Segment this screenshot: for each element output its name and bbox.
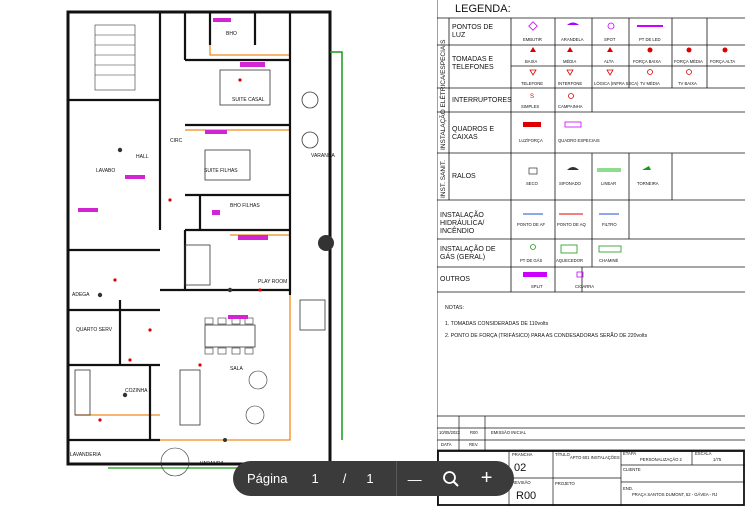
pdf-page-toolbar: Página 1 / 1 — + [233,461,514,496]
legend-sifonado: SIFONADO [559,181,582,186]
tb-escala-label: ESCALA [695,451,712,456]
legend-section-outros: OUTROS [440,276,470,283]
legend-alta: ALTA [604,59,614,64]
room-label-suite-filhas: SUITE FILHAS [204,168,238,174]
room-label-play-room: PLAY ROOM [258,279,287,285]
tb-col-data: DATA [441,442,452,447]
legend-tv-media: TV MÉDIA [640,81,660,86]
room-label-adega: ADEGA [72,292,90,298]
legend-cigarra: CIGARRA [575,284,594,289]
legend-ponto-af: PONTO DE AF [517,222,546,227]
legend-section-hidraulica: INSTALAÇÃO HIDRÁULICA/ INCÊNDIO [440,212,485,235]
legend-section-pontos-luz: PONTOS DE LUZ [452,24,494,39]
legend-pt-led: PT DE LED [639,37,661,42]
legend-tv-baixa: TV BAIXA [678,81,697,86]
legend-section-tomadas: TOMADAS E TELEFONES [452,56,494,71]
room-label-sala: SALA [230,366,243,372]
legend-section-interruptores: INTERRUPTORES [452,97,512,104]
legend-forca-media: FORÇA MÉDIA [674,59,703,64]
legend-logica: LÓGICA (INFRA SECA) [594,81,639,86]
total-pages: 1 [366,471,374,486]
tb-etapa-label: ETAPA [623,451,636,456]
page-label: Página [247,471,288,486]
legend-linear: LINEAR [601,181,616,186]
tb-endereco: PRAÇA SANTOS DUMONT, 52 - GÁVEA - RJ [632,492,717,497]
legend-section-quadros: QUADROS E CAIXAS [452,126,495,141]
legend-ponto-aq: PONTO DE AQ [557,222,587,227]
current-page-input[interactable]: 1 [311,471,318,486]
magnifier-icon [442,470,459,487]
floor-plan: BHO SUITE CASAL HALL LAVABO CIRC SUITE F… [0,0,430,506]
tb-prancha: 02 [514,462,526,474]
room-label-bho-filhas: BHO FILHAS [230,203,260,209]
tb-end-label: END. [623,486,633,491]
legend-side-label-eletrica: INSTALAÇÃO ELÉTRICA/ESPECIAIS [440,39,447,150]
tb-cliente-label: CLIENTE [623,467,641,472]
tb-date: 10/05/2022 [439,430,461,435]
legend-forca-alta: FORÇA ALTA [710,59,735,64]
legend-aquecedor: AQUECEDOR [556,258,583,263]
legend-seco: SECO [526,181,539,186]
legend-simples: SIMPLES [521,104,539,109]
legend-quadro-especiais: QUADRO ESPECIAIS [558,138,600,143]
legend-luz-forca: LUZ/FORÇA [519,138,543,143]
zoom-in-button[interactable]: + [469,461,505,496]
legend-torneira: TORNEIRA [637,181,659,186]
room-label-quarto-serv: QUARTO SERV [76,327,113,333]
tb-prancha-label: PRANCHA [512,452,533,457]
legend-panel: LEGENDA: S EMBUTIR ARANDELA SPOT PT DE L… [437,0,745,506]
legend-section-gas: INSTALAÇÃO DE GÁS (GERAL) [440,246,496,261]
tb-revisao-label: REVISÃO [512,480,531,485]
legend-chamine: CHAMINÉ [599,258,619,263]
tb-titulo: APTO 601 INSTALAÇÕES [570,455,620,460]
legend-section-ralos: RALOS [452,173,476,180]
legend-split: SPLIT [531,284,543,289]
zoom-in-icon: + [480,467,493,489]
tb-titulo-label: TÍTULO [555,452,571,457]
legend-campainha: CAMPAINHA [558,104,583,109]
note-2: 2. PONTO DE FORÇA (TRIFÁSICO) PARA AS CO… [445,333,648,339]
legend-filtro: FILTRO [602,222,617,227]
tb-etapa: PERSONALIZAÇÃO 2 [640,457,683,462]
legend-forca-baixa: FORÇA BAIXA [633,59,661,64]
legend-telefone: TELEFONE [521,81,543,86]
legend-side-label-sanitaria: INST. SANIT. [440,160,447,198]
floor-plan-drawing: BHO SUITE CASAL HALL LAVABO CIRC SUITE F… [66,10,343,477]
svg-text:S: S [530,94,534,100]
note-1: 1. TOMADAS CONSIDERADAS DE 110volts [445,321,549,327]
notes-title: NOTAS: [445,305,464,311]
room-label-cozinha: COZINHA [125,388,148,394]
legend-pt-gas: PT DE GÁS [520,258,542,263]
room-label-varanda: VARANDA [311,153,335,159]
tb-revisao: R00 [516,490,536,502]
tb-projeto-label: PROJETO [555,481,575,486]
zoom-out-button[interactable]: — [397,461,433,496]
zoom-fit-button[interactable] [433,461,469,496]
legend-interfone: INTERFONE [558,81,582,86]
room-label-bho: BHO [226,31,237,37]
legend-embutir: EMBUTIR [523,37,542,42]
room-label-lavanderia: LAVANDERIA [70,452,102,458]
legend-media: MÉDIA [563,59,576,64]
zoom-out-icon: — [407,470,422,487]
room-label-suite-casal: SUITE CASAL [232,97,265,103]
legend-arandela: ARANDELA [561,37,584,42]
tb-emission: EMISSÃO INICIAL [491,430,527,435]
page-separator: / [342,471,347,486]
room-label-circ: CIRC [170,138,183,144]
room-label-varanda-sala: VARANDA [200,461,224,467]
legend-baixa: BAIXA [525,59,538,64]
room-label-hall: HALL [136,154,149,160]
tb-col-rev: REV. [469,442,478,447]
legend-spot: SPOT [604,37,616,42]
room-label-lavabo: LAVABO [96,168,115,174]
tb-rev-code: R00 [470,430,478,435]
tb-escala: 1/75 [713,457,722,462]
